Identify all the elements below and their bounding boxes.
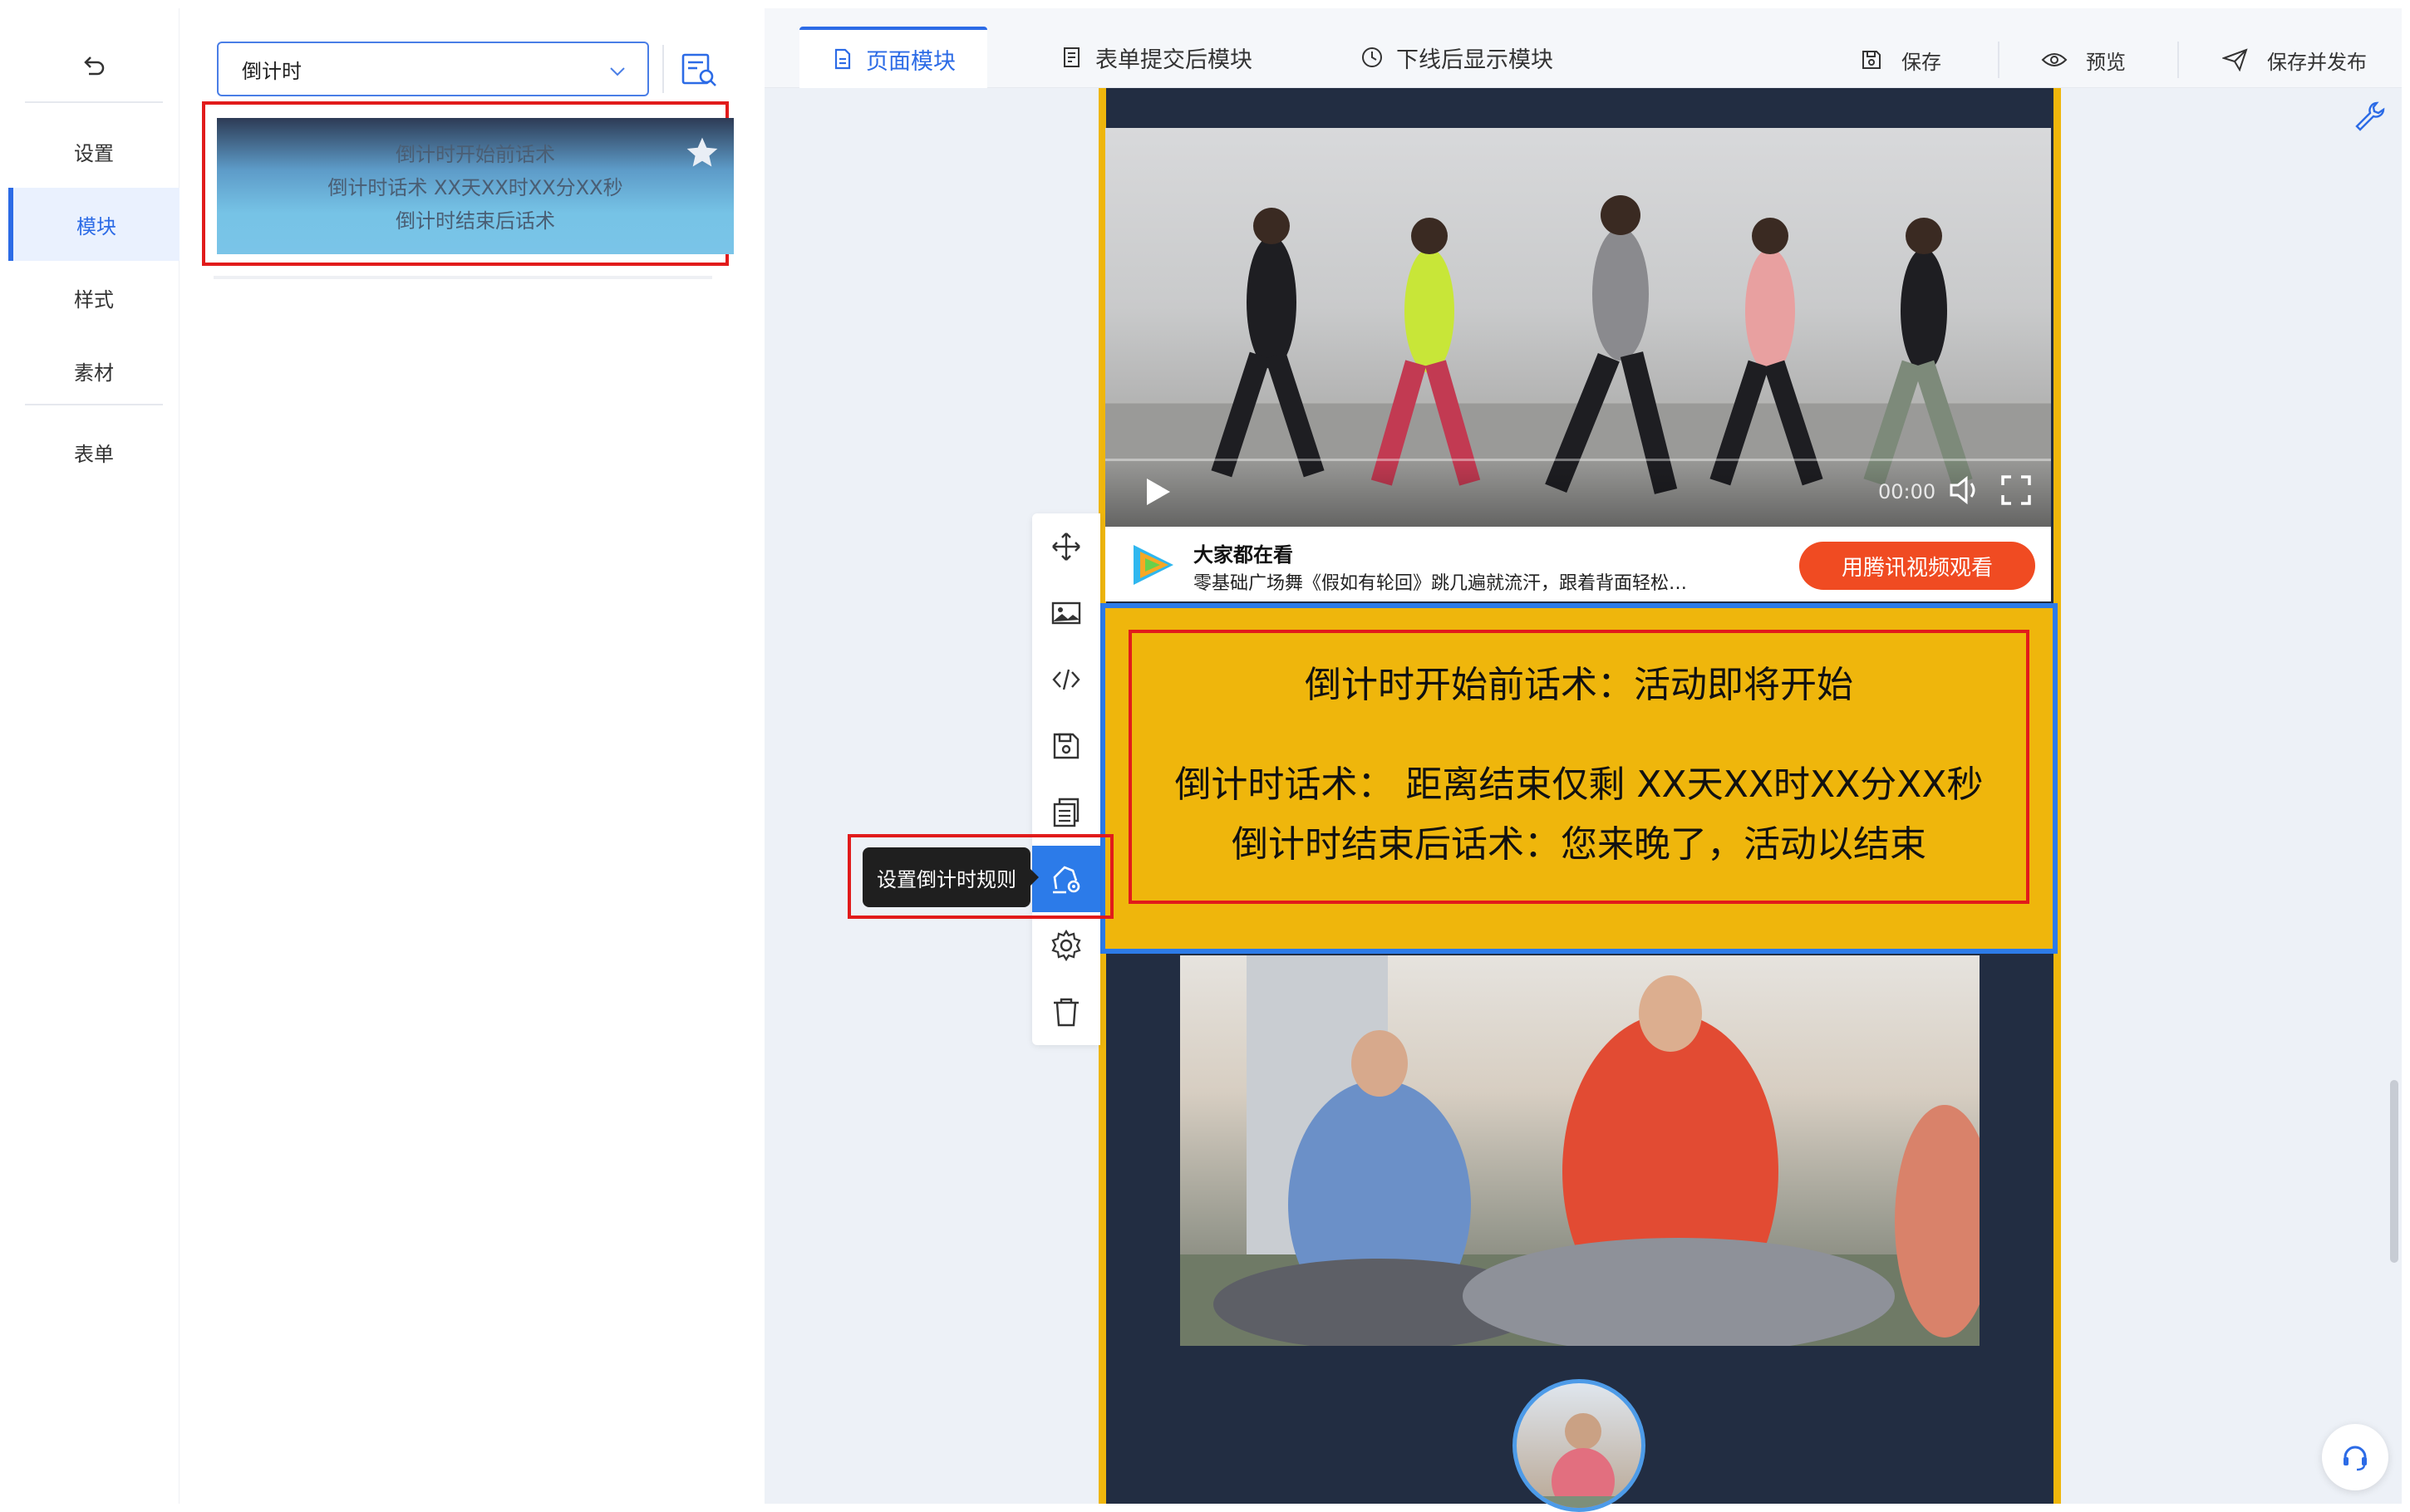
tencent-bar-title: 大家都在看 <box>1193 543 1293 567</box>
left-nav: 设置 模块 样式 素材 表单 <box>8 8 180 1504</box>
video-progress-bar[interactable] <box>1105 459 2051 461</box>
countdown-during-text: 倒计时话术： 距离结束仅剩 XX天XX时XX分XX秒 <box>1174 763 1984 806</box>
yoga-photo <box>1180 955 1980 1346</box>
save-icon <box>1860 48 1883 71</box>
countdown-module[interactable]: 倒计时开始前话术：活动即将开始 倒计时话术： 距离结束仅剩 XX天XX时XX分X… <box>1100 603 2058 954</box>
template-line-before: 倒计时开始前话术 <box>396 143 555 166</box>
delete-icon <box>1050 995 1083 1028</box>
preview-button[interactable]: 预览 <box>2041 42 2126 78</box>
form-doc-icon <box>1060 46 1084 69</box>
tab-label: 表单提交后模块 <box>1095 47 1252 73</box>
action-divider <box>2177 42 2179 78</box>
fullscreen-icon[interactable] <box>1998 472 2034 508</box>
yoga-image[interactable] <box>1180 955 1980 1346</box>
save-button[interactable]: 保存 <box>1860 42 1941 78</box>
tencent-video-bar: 大家都在看 零基础广场舞《假如有轮回》跳几遍就流汗，跟着背面轻松… 用腾讯视频观… <box>1105 527 2051 601</box>
move-icon <box>1050 530 1083 563</box>
module-select-value: 倒计时 <box>242 59 302 83</box>
tab-page-modules[interactable]: 页面模块 <box>799 27 987 88</box>
nav-item-forms[interactable]: 表单 <box>8 415 180 488</box>
customer-support-button[interactable] <box>2322 1424 2388 1490</box>
page-builder: 设置 模块 样式 素材 表单 倒计时 倒计时开始前话术 倒计时话术 XX天XX时… <box>0 0 2410 1512</box>
scrollbar[interactable] <box>2390 1080 2398 1263</box>
template-search-icon <box>679 50 719 90</box>
module-toolbar <box>1032 513 1100 1045</box>
video-player[interactable]: 00:00 <box>1105 128 2051 527</box>
save-label: 保存 <box>1901 50 1941 74</box>
page-icon <box>831 47 854 71</box>
nav-divider <box>25 101 163 103</box>
countdown-rules-tooltip: 设置倒计时规则 <box>863 847 1039 907</box>
image-icon <box>1050 596 1083 630</box>
preview-label: 预览 <box>2086 50 2126 74</box>
image-button[interactable] <box>1032 580 1100 646</box>
headset-icon <box>2339 1441 2372 1474</box>
save-module-button[interactable] <box>1032 713 1100 779</box>
template-search-button[interactable] <box>674 45 724 95</box>
eye-icon <box>2041 48 2068 71</box>
tab-after-submit-modules[interactable]: 表单提交后模块 <box>1060 27 1252 88</box>
send-icon <box>2222 48 2249 71</box>
publish-label: 保存并发布 <box>2267 50 2367 74</box>
code-icon <box>1050 663 1083 696</box>
play-icon[interactable] <box>1139 474 1175 510</box>
countdown-after-text: 倒计时结束后话术：您来晚了，活动以结束 <box>1232 823 1926 866</box>
template-line-after: 倒计时结束后话术 <box>396 209 555 233</box>
action-divider <box>1998 42 1999 78</box>
panel-divider <box>662 45 664 93</box>
code-button[interactable] <box>1032 646 1100 713</box>
module-panel: 倒计时 倒计时开始前话术 倒计时话术 XX天XX时XX分XX秒 倒计时结束后话术 <box>180 8 765 1504</box>
watch-in-tencent-button[interactable]: 用腾讯视频观看 <box>1799 542 2035 590</box>
chevron-down-icon <box>607 61 627 81</box>
delete-button[interactable] <box>1032 979 1100 1045</box>
countdown-template-card[interactable]: 倒计时开始前话术 倒计时话术 XX天XX时XX分XX秒 倒计时结束后话术 <box>217 118 734 254</box>
editor-topbar: 页面模块 表单提交后模块 下线后显示模块 保存 预览 保存并发布 <box>765 8 2402 88</box>
avatar[interactable] <box>1512 1379 1645 1512</box>
nav-item-modules[interactable]: 模块 <box>8 188 180 261</box>
save-and-publish-button[interactable]: 保存并发布 <box>2222 42 2367 78</box>
template-card-divider <box>214 276 712 279</box>
countdown-template-highlight: 倒计时开始前话术 倒计时话术 XX天XX时XX分XX秒 倒计时结束后话术 <box>202 101 734 266</box>
countdown-text-highlight: 倒计时开始前话术：活动即将开始 倒计时话术： 距离结束仅剩 XX天XX时XX分X… <box>1129 630 2029 904</box>
nav-item-styles[interactable]: 样式 <box>8 261 180 334</box>
tab-label: 页面模块 <box>866 48 956 75</box>
countdown-before-text: 倒计时开始前话术：活动即将开始 <box>1305 664 1853 706</box>
volume-icon[interactable] <box>1946 472 1983 508</box>
nav-divider <box>25 404 163 405</box>
star-icon[interactable] <box>684 135 721 171</box>
back-button[interactable] <box>75 45 115 85</box>
video-time: 00:00 <box>1878 480 1936 503</box>
save-module-icon <box>1050 729 1083 763</box>
tencent-bar-description: 零基础广场舞《假如有轮回》跳几遍就流汗，跟着背面轻松… <box>1193 573 1688 594</box>
back-icon <box>82 52 107 77</box>
tab-offline-modules[interactable]: 下线后显示模块 <box>1360 27 1553 88</box>
clock-icon <box>1360 45 1385 70</box>
copy-icon <box>1050 796 1083 829</box>
tab-label: 下线后显示模块 <box>1396 47 1553 73</box>
template-line-during: 倒计时话术 XX天XX时XX分XX秒 <box>327 176 623 199</box>
wrench-icon[interactable] <box>2352 98 2388 135</box>
settings-icon <box>1050 929 1083 962</box>
move-button[interactable] <box>1032 513 1100 580</box>
settings-button[interactable] <box>1032 912 1100 979</box>
nav-item-materials[interactable]: 素材 <box>8 334 180 407</box>
video-controls: 00:00 <box>1105 459 2051 527</box>
tencent-video-logo-icon <box>1129 542 1178 588</box>
module-type-select[interactable]: 倒计时 <box>217 42 649 96</box>
nav-item-settings[interactable]: 设置 <box>8 115 180 188</box>
